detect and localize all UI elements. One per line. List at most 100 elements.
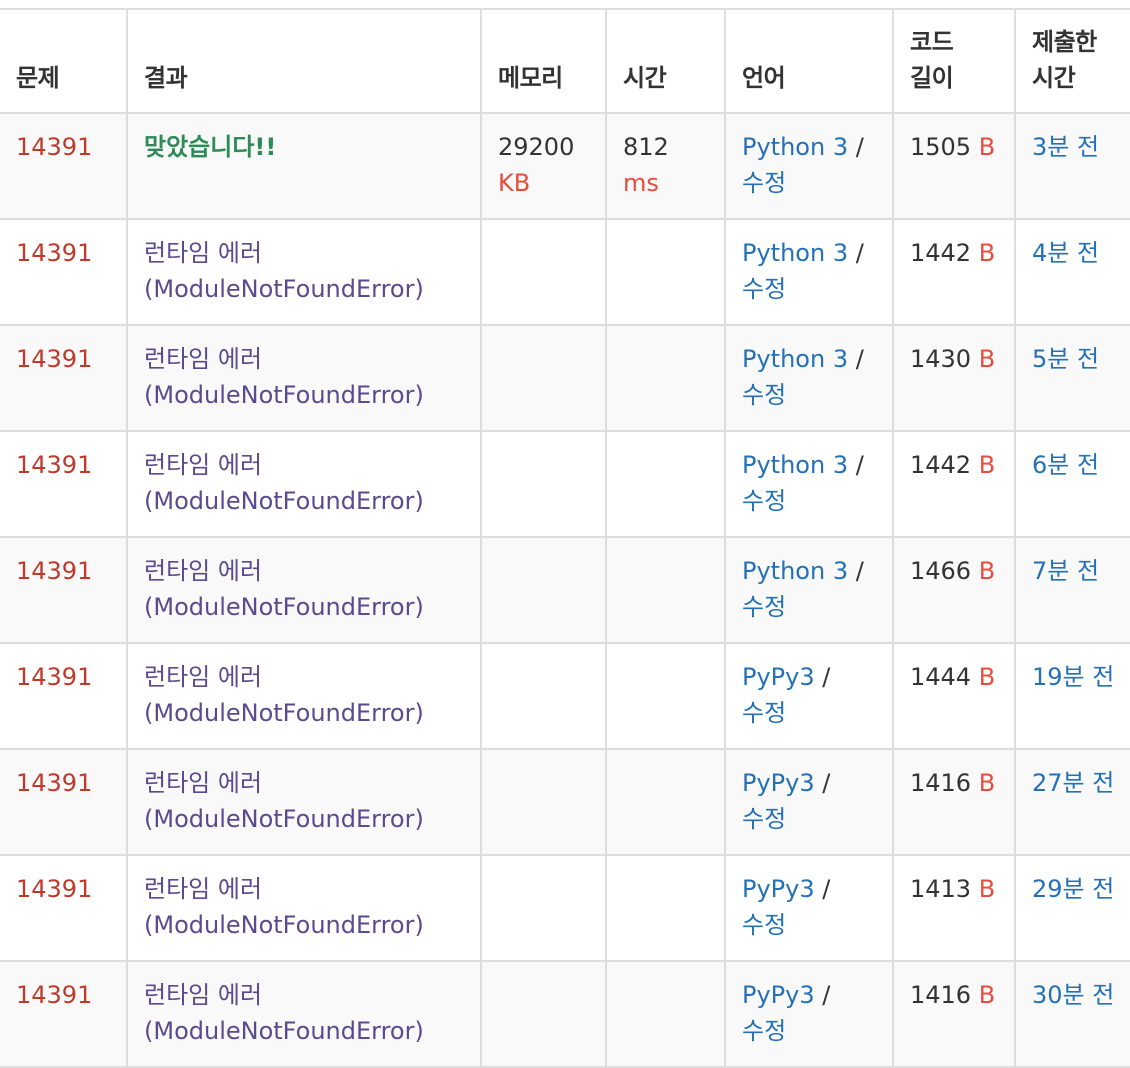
language-link[interactable]: PyPy3 bbox=[742, 769, 815, 797]
time-cell bbox=[605, 960, 726, 1068]
problem-cell: 14391 bbox=[0, 324, 128, 432]
edit-link[interactable]: 수정 bbox=[742, 275, 786, 303]
memory-cell bbox=[480, 960, 607, 1068]
submitted-time-link[interactable]: 7분 전 bbox=[1032, 557, 1099, 585]
time-cell bbox=[605, 748, 726, 856]
result-cell: 맞았습니다!! bbox=[126, 112, 482, 220]
edit-link[interactable]: 수정 bbox=[742, 487, 786, 515]
code-length-cell: 1413 B bbox=[892, 854, 1016, 962]
edit-link[interactable]: 수정 bbox=[742, 699, 786, 727]
separator: / bbox=[822, 663, 831, 691]
edit-link[interactable]: 수정 bbox=[742, 805, 786, 833]
time-cell: 812 ms bbox=[605, 112, 726, 220]
language-cell: Python 3 / 수정 bbox=[724, 324, 894, 432]
problem-cell: 14391 bbox=[0, 960, 128, 1068]
result-cell: 런타임 에러 (ModuleNotFoundError) bbox=[126, 854, 482, 962]
edit-link[interactable]: 수정 bbox=[742, 911, 786, 939]
result-cell: 런타임 에러 (ModuleNotFoundError) bbox=[126, 430, 482, 538]
problem-cell: 14391 bbox=[0, 536, 128, 644]
memory-cell: 29200 KB bbox=[480, 112, 607, 220]
problem-link[interactable]: 14391 bbox=[16, 557, 92, 585]
time-value: 812 bbox=[623, 133, 669, 161]
memory-cell bbox=[480, 324, 607, 432]
code-length-unit: B bbox=[978, 663, 996, 691]
submitted-time-cell: 5분 전 bbox=[1014, 324, 1130, 432]
result-text: 런타임 에러 (ModuleNotFoundError) bbox=[144, 981, 424, 1045]
language-cell: Python 3 / 수정 bbox=[724, 112, 894, 220]
problem-link[interactable]: 14391 bbox=[16, 663, 92, 691]
problem-link[interactable]: 14391 bbox=[16, 769, 92, 797]
language-link[interactable]: PyPy3 bbox=[742, 663, 815, 691]
language-link[interactable]: PyPy3 bbox=[742, 875, 815, 903]
code-length-value: 1416 bbox=[910, 769, 972, 797]
problem-link[interactable]: 14391 bbox=[16, 875, 92, 903]
code-length-cell: 1416 B bbox=[892, 748, 1016, 856]
problem-cell: 14391 bbox=[0, 112, 128, 220]
time-cell bbox=[605, 536, 726, 644]
edit-link[interactable]: 수정 bbox=[742, 169, 786, 197]
result-cell: 런타임 에러 (ModuleNotFoundError) bbox=[126, 748, 482, 856]
language-cell: Python 3 / 수정 bbox=[724, 218, 894, 326]
language-link[interactable]: Python 3 bbox=[742, 345, 848, 373]
submitted-time-link[interactable]: 3분 전 bbox=[1032, 133, 1099, 161]
code-length-unit: B bbox=[978, 557, 996, 585]
result-cell: 런타임 에러 (ModuleNotFoundError) bbox=[126, 218, 482, 326]
code-length-unit: B bbox=[978, 875, 996, 903]
edit-link[interactable]: 수정 bbox=[742, 593, 786, 621]
memory-cell bbox=[480, 430, 607, 538]
code-length-value: 1444 bbox=[910, 663, 972, 691]
submitted-time-link[interactable]: 4분 전 bbox=[1032, 239, 1099, 267]
edit-link[interactable]: 수정 bbox=[742, 381, 786, 409]
submitted-time-cell: 27분 전 bbox=[1014, 748, 1130, 856]
language-link[interactable]: Python 3 bbox=[742, 133, 848, 161]
language-link[interactable]: PyPy3 bbox=[742, 981, 815, 1009]
problem-link[interactable]: 14391 bbox=[16, 345, 92, 373]
problem-cell: 14391 bbox=[0, 642, 128, 750]
code-length-unit: B bbox=[978, 451, 996, 479]
result-text: 런타임 에러 (ModuleNotFoundError) bbox=[144, 239, 424, 303]
separator: / bbox=[855, 345, 864, 373]
separator: / bbox=[855, 451, 864, 479]
problem-cell: 14391 bbox=[0, 430, 128, 538]
submission-status-table: 문제 결과 메모리 시간 언어 코드 길이 제출한 시간 14391 맞았습니다… bbox=[0, 8, 1130, 1068]
table-row: 14391 런타임 에러 (ModuleNotFoundError) PyPy3… bbox=[0, 960, 1130, 1068]
submitted-time-link[interactable]: 30분 전 bbox=[1032, 981, 1114, 1009]
result-text: 런타임 에러 (ModuleNotFoundError) bbox=[144, 875, 424, 939]
table-row: 14391 런타임 에러 (ModuleNotFoundError) Pytho… bbox=[0, 430, 1130, 538]
language-link[interactable]: Python 3 bbox=[742, 557, 848, 585]
header-code-length: 코드 길이 bbox=[892, 8, 1016, 114]
problem-link[interactable]: 14391 bbox=[16, 239, 92, 267]
submitted-time-link[interactable]: 5분 전 bbox=[1032, 345, 1099, 373]
time-cell bbox=[605, 218, 726, 326]
submitted-time-cell: 30분 전 bbox=[1014, 960, 1130, 1068]
submitted-time-cell: 7분 전 bbox=[1014, 536, 1130, 644]
table-row: 14391 런타임 에러 (ModuleNotFoundError) Pytho… bbox=[0, 536, 1130, 644]
problem-link[interactable]: 14391 bbox=[16, 451, 92, 479]
result-cell: 런타임 에러 (ModuleNotFoundError) bbox=[126, 324, 482, 432]
memory-cell bbox=[480, 642, 607, 750]
language-cell: PyPy3 / 수정 bbox=[724, 642, 894, 750]
code-length-cell: 1442 B bbox=[892, 430, 1016, 538]
problem-link[interactable]: 14391 bbox=[16, 133, 92, 161]
result-text: 맞았습니다!! bbox=[144, 133, 277, 161]
separator: / bbox=[855, 133, 864, 161]
header-submitted-time: 제출한 시간 bbox=[1014, 8, 1130, 114]
language-link[interactable]: Python 3 bbox=[742, 239, 848, 267]
header-language: 언어 bbox=[724, 8, 894, 114]
code-length-unit: B bbox=[978, 981, 996, 1009]
result-text: 런타임 에러 (ModuleNotFoundError) bbox=[144, 451, 424, 515]
language-cell: Python 3 / 수정 bbox=[724, 536, 894, 644]
problem-link[interactable]: 14391 bbox=[16, 981, 92, 1009]
language-link[interactable]: Python 3 bbox=[742, 451, 848, 479]
memory-cell bbox=[480, 536, 607, 644]
code-length-unit: B bbox=[978, 345, 996, 373]
submitted-time-link[interactable]: 27분 전 bbox=[1032, 769, 1114, 797]
table-row: 14391 런타임 에러 (ModuleNotFoundError) Pytho… bbox=[0, 324, 1130, 432]
code-length-value: 1442 bbox=[910, 451, 972, 479]
time-cell bbox=[605, 324, 726, 432]
edit-link[interactable]: 수정 bbox=[742, 1017, 786, 1045]
submitted-time-link[interactable]: 19분 전 bbox=[1032, 663, 1114, 691]
submitted-time-link[interactable]: 29분 전 bbox=[1032, 875, 1114, 903]
code-length-value: 1413 bbox=[910, 875, 972, 903]
submitted-time-link[interactable]: 6분 전 bbox=[1032, 451, 1099, 479]
